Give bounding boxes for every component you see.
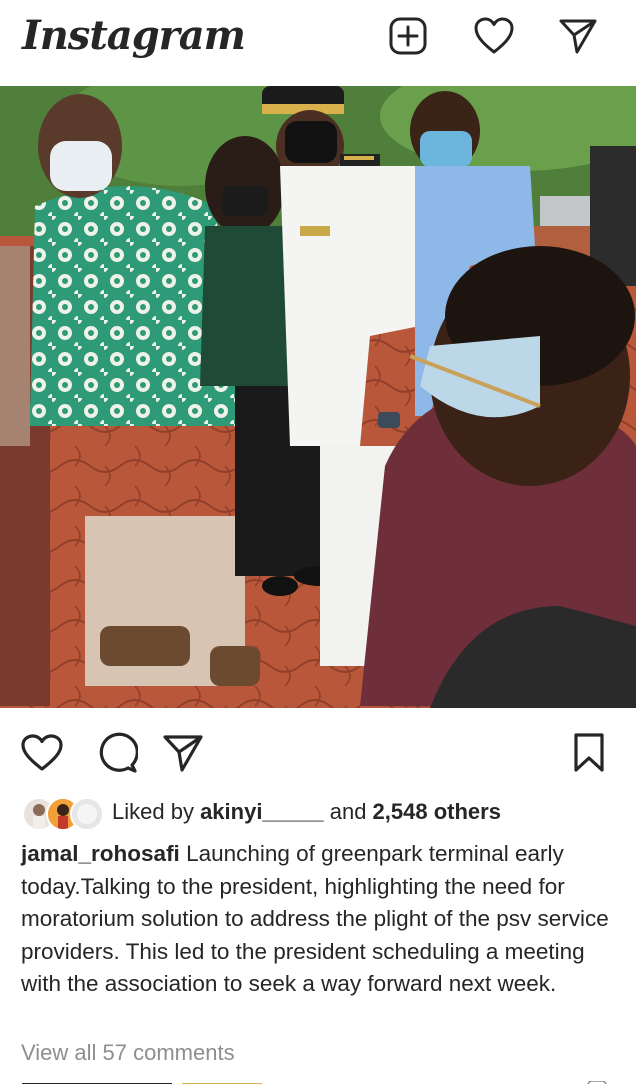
- liker-username[interactable]: akinyi_____: [200, 799, 324, 824]
- post-actions: [0, 708, 636, 792]
- liker-avatars[interactable]: [22, 795, 112, 831]
- post-caption: jamal_rohosafi Launching of greenpark te…: [21, 838, 621, 1001]
- heart-icon[interactable]: [472, 14, 516, 58]
- avatar: [70, 797, 104, 831]
- view-all-comments-link[interactable]: View all 57 comments: [21, 1040, 235, 1066]
- comment-icon[interactable]: [94, 730, 140, 776]
- share-icon[interactable]: [160, 730, 206, 776]
- likes-row: Liked by akinyi_____ and 2,548 others: [22, 792, 622, 832]
- likes-others-count[interactable]: 2,548 others: [373, 799, 501, 824]
- new-post-icon[interactable]: [386, 14, 430, 58]
- bookmark-icon[interactable]: [566, 730, 612, 776]
- likes-summary[interactable]: Liked by akinyi_____ and 2,548 others: [112, 799, 501, 825]
- post-photo-illustration: [0, 86, 636, 708]
- next-comment-row-partial: [0, 1076, 636, 1084]
- instagram-logo[interactable]: Instagram: [22, 8, 246, 64]
- like-heart-icon[interactable]: [19, 730, 65, 776]
- post-photo[interactable]: [0, 86, 636, 708]
- likes-prefix: Liked by: [112, 799, 201, 824]
- direct-message-icon[interactable]: [556, 14, 600, 58]
- top-bar: Instagram: [0, 0, 636, 86]
- caption-username[interactable]: jamal_rohosafi: [21, 841, 180, 866]
- likes-middle: and: [323, 799, 373, 824]
